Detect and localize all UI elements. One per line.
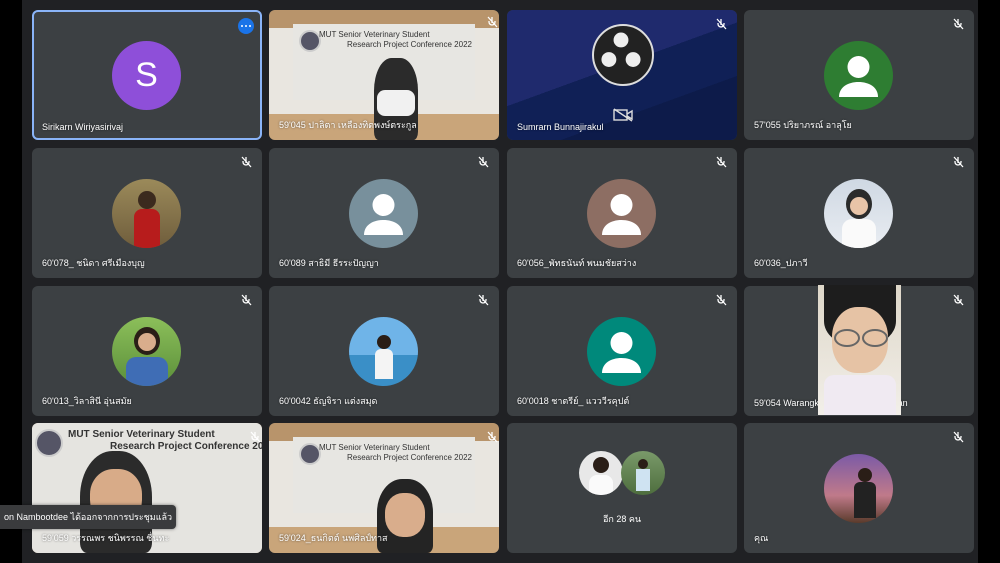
more-options-icon[interactable] [238,18,254,34]
participant-name: คุณ [754,533,769,543]
avatar [587,317,656,386]
avatar [824,179,893,248]
participant-tile[interactable]: 60'0018 ชาตรีย์_ แวววีรคุปต์ [507,286,737,416]
camera-off-icon [613,108,633,122]
mic-off-icon [241,156,252,168]
presentation-title-line1: MUT Senior Veterinary Student [319,30,430,39]
participant-name: 60'056_พัทธนันท์ พนมชัยสว่าง [517,258,637,268]
participant-tile[interactable]: 57'055 ปริยาภรณ์ อาลุโย [744,10,974,140]
university-logo-icon [299,30,321,52]
participant-name: 59'045 ปาลิตา เหลืองทิตพงษ์ตระกูล [279,120,417,130]
participant-tile[interactable]: MUT Senior Veterinary Student Research P… [269,10,499,140]
participant-name: 57'055 ปริยาภรณ์ อาลุโย [754,120,852,130]
avatar [824,41,893,110]
participant-tile[interactable]: MUT Senior Veterinary Student Research P… [269,423,499,553]
participant-name: 60'089 สาธิมี ธีรระปัญญา [279,258,379,268]
mic-off-icon [716,294,727,306]
participant-tile[interactable]: 60'0042 ธัญจิรา แต่งสมุด [269,286,499,416]
avatar [621,451,665,495]
left-meeting-notification: on Nambootdee ได้ออกจากการประชุมแล้ว [0,505,176,529]
presentation-title-line1: MUT Senior Veterinary Student [68,429,215,440]
mic-off-icon [250,431,261,443]
participant-tile[interactable]: 60'056_พัทธนันท์ พนมชัยสว่าง [507,148,737,278]
participant-name: 60'0018 ชาตรีย์_ แวววีรคุปต์ [517,396,630,406]
participant-tile[interactable]: Sumrarn Bunnajirakul [507,10,737,140]
university-logo-icon [299,443,321,465]
avatar [579,451,623,495]
participant-name: 60'078_ ชนิดา ศรีเมืองบุญ [42,258,145,268]
participant-tile-others[interactable]: อีก 28 คน [507,423,737,553]
mic-off-icon [487,16,498,28]
mic-off-icon [953,294,964,306]
avatar [349,317,418,386]
participant-tile[interactable]: 60'013_วิลาสินี อุ่นสมัย [32,286,262,416]
participant-name: 60'013_วิลาสินี อุ่นสมัย [42,396,132,406]
presentation-title-line2: Research Project Conference 2022 [347,40,472,49]
mic-off-icon [953,156,964,168]
video-face [385,493,425,537]
mic-off-icon [716,156,727,168]
more-participants-count: อีก 28 คน [602,514,642,524]
avatar [824,454,893,523]
participant-tile[interactable]: MUT Senior Veterinary Student Research P… [32,423,262,553]
participant-tile[interactable]: S Sirikarn Wiriyasirivaj [32,10,262,140]
participant-name: 59'059 วรรณพร ชนิพรรณ ชื่นทะ [42,533,170,543]
participant-name: 60'036_ปภาวี [754,258,808,268]
mic-off-icon [478,294,489,306]
mic-off-icon [487,431,498,443]
avatar [349,179,418,248]
presentation-title-line1: MUT Senior Veterinary Student [319,443,430,452]
participant-tile[interactable]: 60'078_ ชนิดา ศรีเมืองบุญ [32,148,262,278]
participant-name: Sumrarn Bunnajirakul [517,122,604,132]
participant-tile[interactable]: 60'089 สาธิมี ธีรระปัญญา [269,148,499,278]
mic-off-icon [716,18,727,30]
mic-off-icon [953,18,964,30]
participant-tile[interactable]: 60'036_ปภาวี [744,148,974,278]
participant-tile-self[interactable]: คุณ [744,423,974,553]
mic-off-icon [478,156,489,168]
avatar: S [112,41,181,110]
obs-logo-icon [592,24,654,86]
meeting-grid: S Sirikarn Wiriyasirivaj MUT Senior Vete… [22,0,978,563]
mic-off-icon [953,431,964,443]
avatar [112,317,181,386]
presentation-title-line2: Research Project Conference 2022 [347,453,472,462]
face-mask [377,90,415,116]
participant-name: 59'024_ธนกิตต์ นพศิลป์ทาส [279,533,388,543]
presentation-title-line2: Research Project Conference 2022 [110,441,262,452]
university-logo-icon [35,429,63,457]
participant-name: Sirikarn Wiriyasirivaj [42,122,124,132]
participant-video [818,285,901,415]
avatar [587,179,656,248]
avatar [112,179,181,248]
participant-name: 60'0042 ธัญจิรา แต่งสมุด [279,396,378,406]
mic-off-icon [241,294,252,306]
